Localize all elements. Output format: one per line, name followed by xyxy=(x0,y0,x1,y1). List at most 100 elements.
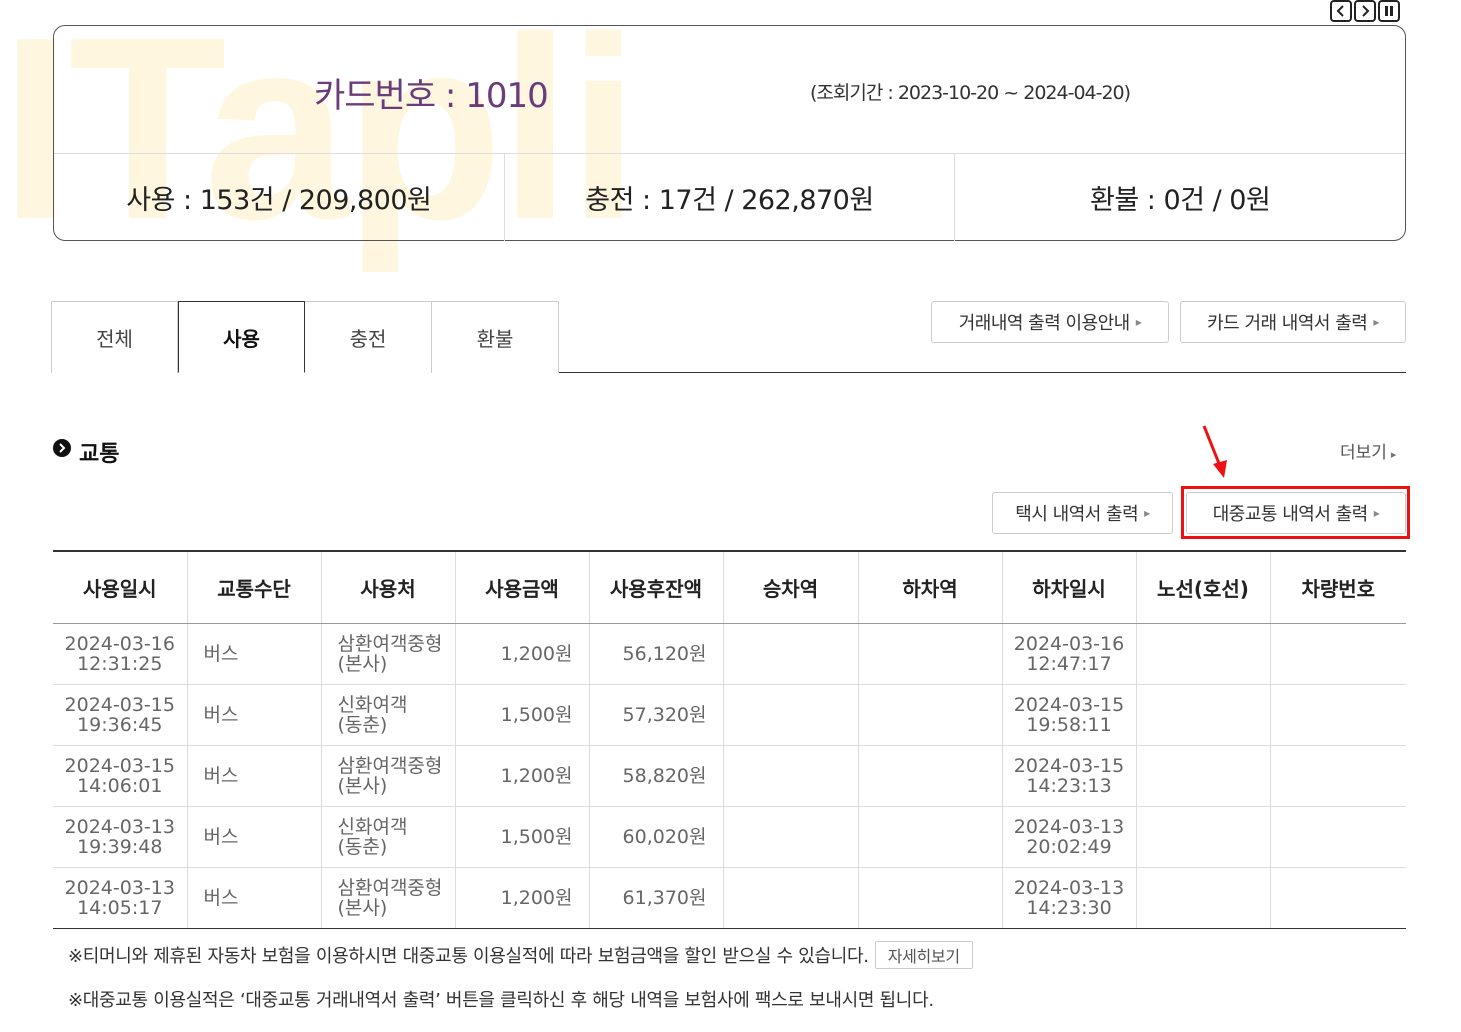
amount-cell: 1,500원 xyxy=(455,684,590,746)
tab-refund[interactable]: 환불 xyxy=(432,301,559,373)
mode-cell: 버스 xyxy=(187,806,322,868)
table-row: 2024-03-13 14:05:17 버스 삼환여객중형 (본사) 1,200원 … xyxy=(53,867,1406,929)
red-arrow-icon xyxy=(1202,425,1227,478)
alight-station-cell xyxy=(858,623,1003,685)
public-transit-statement-button[interactable]: 대중교통 내역서 출력 ▸ xyxy=(1186,492,1406,534)
board-station-cell xyxy=(723,684,859,746)
amount-cell: 1,200원 xyxy=(455,745,590,807)
table-row: 2024-03-13 19:39:48 버스 신화여객 (동춘) 1,500원 60… xyxy=(53,806,1406,868)
use-date: 2024-03-15 xyxy=(64,754,175,777)
use-time: 14:06:01 xyxy=(77,774,163,797)
table-row: 2024-03-15 19:36:45 버스 신화여객 (동춘) 1,500원 57… xyxy=(53,684,1406,746)
chevron-right-icon: ▸ xyxy=(1144,506,1150,520)
use-datetime-cell: 2024-03-13 14:05:17 xyxy=(53,867,188,929)
chevron-right-icon: ▸ xyxy=(1390,448,1397,461)
detail-button[interactable]: 자세히보기 xyxy=(874,941,973,969)
use-date: 2024-03-16 xyxy=(64,632,175,655)
alight-date: 2024-03-13 xyxy=(1013,815,1125,838)
route-cell xyxy=(1136,806,1271,868)
mode-cell: 버스 xyxy=(187,867,322,929)
col-mode: 교통수단 xyxy=(187,550,322,624)
alight-time: 14:23:30 xyxy=(1026,896,1112,919)
chevron-right-icon: ▸ xyxy=(1373,506,1380,520)
alight-station-cell xyxy=(858,867,1003,929)
use-datetime-cell: 2024-03-15 14:06:01 xyxy=(53,745,188,807)
alight-date: 2024-03-16 xyxy=(1013,632,1125,655)
use-time: 12:31:25 xyxy=(77,652,163,675)
chevron-right-icon: ▸ xyxy=(1373,315,1379,329)
usage-stat: 사용 : 153건 / 209,800원 xyxy=(126,185,432,216)
use-date: 2024-03-13 xyxy=(64,815,175,838)
route-cell xyxy=(1136,867,1271,929)
col-board-station: 승차역 xyxy=(723,550,859,624)
prev-button[interactable] xyxy=(1330,0,1352,22)
alight-date: 2024-03-13 xyxy=(1013,876,1125,899)
place-branch: (본사) xyxy=(337,774,388,797)
place-branch: (동춘) xyxy=(337,713,388,736)
pause-icon xyxy=(1385,6,1393,16)
alight-station-cell xyxy=(858,806,1003,868)
usage-record-note: ※대중교통 이용실적은 ‘대중교통 거래내역서 출력’ 버튼을 클릭하신 후 해… xyxy=(68,990,934,1011)
summary-stats: 사용 : 153건 / 209,800원 충전 : 17건 / 262,870원… xyxy=(54,154,1405,241)
card-summary: 카드번호 : 1010 (조회기간 : 2023-10-20 ~ 2024-04… xyxy=(53,25,1406,241)
mode-cell: 버스 xyxy=(187,684,322,746)
board-station-cell xyxy=(723,867,859,929)
route-cell xyxy=(1136,623,1271,685)
tab-charge[interactable]: 충전 xyxy=(305,301,432,373)
chevron-left-icon xyxy=(1336,5,1344,17)
card-statement-label: 카드 거래 내역서 출력 xyxy=(1207,313,1368,334)
place-cell: 신화여객 (동춘) xyxy=(321,684,456,746)
tab-usage[interactable]: 사용 xyxy=(178,301,305,373)
pause-button[interactable] xyxy=(1378,0,1400,22)
place-cell: 삼환여객중형 (본사) xyxy=(321,745,456,807)
mode-cell: 버스 xyxy=(187,745,322,807)
circle-arrow-icon xyxy=(53,439,71,457)
taxi-statement-label: 택시 내역서 출력 xyxy=(1015,504,1139,525)
alight-time: 12:47:17 xyxy=(1026,652,1112,675)
place-cell: 신화여객 (동춘) xyxy=(321,806,456,868)
charge-stat: 충전 : 17건 / 262,870원 xyxy=(503,154,955,241)
statement-guide-label: 거래내역 출력 이용안내 xyxy=(958,313,1131,334)
alight-date: 2024-03-15 xyxy=(1013,754,1125,777)
place-name: 삼환여객중형 xyxy=(337,632,443,655)
use-date: 2024-03-13 xyxy=(64,876,175,899)
alight-datetime-cell: 2024-03-16 12:47:17 xyxy=(1002,623,1137,685)
place-cell: 삼환여객중형 (본사) xyxy=(321,623,456,685)
taxi-statement-button[interactable]: 택시 내역서 출력 ▸ xyxy=(992,492,1173,534)
place-name: 삼환여객중형 xyxy=(337,754,443,777)
public-transit-statement-label: 대중교통 내역서 출력 xyxy=(1212,504,1368,525)
board-station-cell xyxy=(723,745,859,807)
place-branch: (본사) xyxy=(337,652,388,675)
route-cell xyxy=(1136,684,1271,746)
refund-stat: 환불 : 0건 / 0원 xyxy=(954,154,1405,241)
section-title: 교통 xyxy=(53,436,119,468)
statement-guide-button[interactable]: 거래내역 출력 이용안내 ▸ xyxy=(931,301,1169,343)
use-time: 14:05:17 xyxy=(77,896,163,919)
col-place: 사용처 xyxy=(321,550,456,624)
vehicle-cell xyxy=(1270,684,1406,746)
amount-cell: 1,200원 xyxy=(455,623,590,685)
tab-bar: 전체 사용 충전 환불 xyxy=(51,301,559,373)
place-name: 삼환여객중형 xyxy=(337,876,443,899)
alight-station-cell xyxy=(858,684,1003,746)
next-button[interactable] xyxy=(1354,0,1376,22)
col-alight-station: 하차역 xyxy=(858,550,1003,624)
vehicle-cell xyxy=(1270,806,1406,868)
slider-controls xyxy=(1330,0,1400,22)
tab-all[interactable]: 전체 xyxy=(51,301,178,373)
more-link[interactable]: 더보기 ▸ xyxy=(1340,438,1396,463)
place-name: 신화여객 xyxy=(337,815,408,838)
summary-header: 카드번호 : 1010 (조회기간 : 2023-10-20 ~ 2024-04… xyxy=(54,26,1405,154)
amount-cell: 1,200원 xyxy=(455,867,590,929)
use-time: 19:39:48 xyxy=(77,835,163,858)
card-number: 카드번호 : 1010 xyxy=(314,76,549,116)
balance-cell: 61,370원 xyxy=(589,867,724,929)
card-statement-button[interactable]: 카드 거래 내역서 출력 ▸ xyxy=(1180,301,1406,343)
use-datetime-cell: 2024-03-15 19:36:45 xyxy=(53,684,188,746)
col-alight-date: 하차일시 xyxy=(1002,550,1137,624)
balance-cell: 58,820원 xyxy=(589,745,724,807)
place-name: 신화여객 xyxy=(337,693,408,716)
place-branch: (본사) xyxy=(337,896,388,919)
col-amount: 사용금액 xyxy=(455,550,590,624)
board-station-cell xyxy=(723,806,859,868)
